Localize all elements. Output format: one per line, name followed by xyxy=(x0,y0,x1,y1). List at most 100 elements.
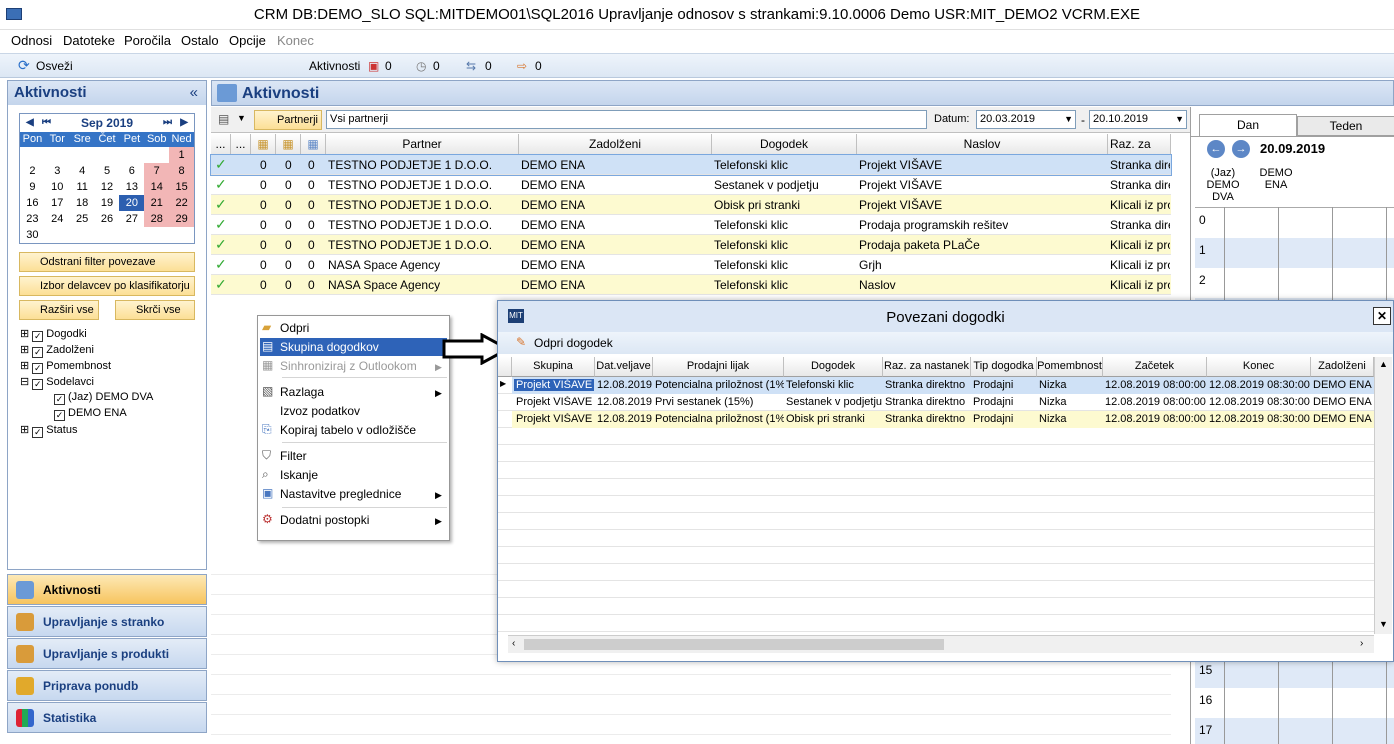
cal-day[interactable] xyxy=(95,147,120,163)
cal-day[interactable]: 27 xyxy=(119,211,144,227)
horizontal-scrollbar[interactable]: ‹ › xyxy=(508,635,1374,653)
remove-filter-button[interactable]: Odstrani filter povezave xyxy=(19,252,195,272)
menu-item-dodatni-postopki[interactable]: Dodatni postopki xyxy=(280,513,369,527)
menu-item-kopiraj[interactable]: Kopiraj tabelo v odložišče xyxy=(280,423,416,437)
nav-aktivnosti[interactable]: Aktivnosti xyxy=(7,574,207,605)
scroll-down-icon[interactable]: ▼ xyxy=(1379,619,1388,629)
expand-all-button[interactable]: Razširi vse xyxy=(19,300,99,320)
cal-day[interactable]: 26 xyxy=(95,211,120,227)
select-workers-button[interactable]: Izbor delavcev po klasifikatorju xyxy=(19,276,195,296)
menu-item-razlaga[interactable]: Razlaga xyxy=(280,385,324,399)
cal-day[interactable] xyxy=(144,227,169,243)
table-row[interactable]: Projekt VIŠAVE 12.08.2019 Prvi sestanek (1… xyxy=(512,394,1374,411)
nav-statistika[interactable]: Statistika xyxy=(7,702,207,733)
next-year-icon[interactable]: ⏭ xyxy=(163,114,172,132)
nav-priprava-ponudb[interactable]: Priprava ponudb xyxy=(7,670,207,701)
cal-day[interactable]: 18 xyxy=(70,195,95,211)
date-from-field[interactable]: 20.03.2019 ▼ xyxy=(976,110,1076,129)
cal-day[interactable]: 21 xyxy=(144,195,170,211)
col-header-razlog[interactable]: Raz. za nasta xyxy=(1108,134,1171,155)
cal-day[interactable]: 15 xyxy=(169,179,195,195)
date-to-field[interactable]: 20.10.2019 ▼ xyxy=(1089,110,1187,129)
menu-item-filter[interactable]: Filter xyxy=(280,449,307,463)
table-row[interactable]: ✓ 0 0 0 TESTNO PODJETJE 1 D.O.O. DEMO ENA Tele… xyxy=(211,235,1171,255)
cal-day[interactable]: 3 xyxy=(45,163,70,179)
vertical-scrollbar[interactable]: ▲ ▼ xyxy=(1374,357,1392,634)
cal-day[interactable]: 30 xyxy=(20,227,45,243)
tab-week[interactable]: Teden xyxy=(1297,116,1394,136)
table-row[interactable]: ✓ 0 0 0 NASA Space Agency DEMO ENA Telefonski … xyxy=(211,255,1171,275)
col-header[interactable]: Tip dogodka xyxy=(971,357,1037,377)
col-header[interactable]: Konec xyxy=(1207,357,1311,377)
cal-day[interactable] xyxy=(70,147,95,163)
tree-item-status[interactable]: ⊞ ✓ Status xyxy=(20,423,77,438)
menu-datoteke[interactable]: Datoteke xyxy=(63,33,115,48)
cal-day[interactable]: 17 xyxy=(45,195,70,211)
open-event-button[interactable]: Odpri dogodek xyxy=(534,336,613,350)
menu-ostalo[interactable]: Ostalo xyxy=(181,33,219,48)
prev-month-icon[interactable]: ◀ xyxy=(26,114,34,132)
partners-button[interactable]: Partnerji xyxy=(254,110,322,130)
col-header[interactable]: ... xyxy=(211,134,231,155)
nav-upravljanje-produkti[interactable]: Upravljanje s produkti xyxy=(7,638,207,669)
clock-icon[interactable]: ◷ xyxy=(416,59,426,73)
col-header-zadolzeni[interactable]: Zadolženi xyxy=(519,134,712,155)
table-row[interactable]: ✓ 0 0 0 TESTNO PODJETJE 1 D.O.O. DEMO ENA Obis… xyxy=(211,195,1171,215)
col-header[interactable]: Pomembnost xyxy=(1037,357,1103,377)
cal-day[interactable]: 1 xyxy=(169,147,195,163)
prev-day-icon[interactable]: ← xyxy=(1207,140,1225,158)
menu-item-sinhroniziraj[interactable]: Sinhroniziraj z Outlookom xyxy=(280,359,417,373)
dropdown-icon[interactable]: ▼ xyxy=(237,113,246,123)
cal-day[interactable]: 6 xyxy=(119,163,144,179)
cal-day[interactable]: 24 xyxy=(45,211,70,227)
transfer-icon[interactable]: ⇆ xyxy=(466,59,476,73)
col-header[interactable]: Zadolženi xyxy=(1311,357,1374,377)
dropdown-icon[interactable]: ▼ xyxy=(1175,111,1184,128)
tree-item-zadolzeni[interactable]: ⊞ ✓ Zadolženi xyxy=(20,343,94,358)
cal-day[interactable]: 19 xyxy=(95,195,120,211)
cal-day[interactable] xyxy=(95,227,120,243)
next-month-icon[interactable]: ▶ xyxy=(180,114,188,132)
cal-day[interactable]: 4 xyxy=(70,163,95,179)
calendar-icon[interactable]: ▦ xyxy=(301,134,326,155)
cal-day[interactable]: 2 xyxy=(20,163,45,179)
cal-day[interactable]: 14 xyxy=(144,179,170,195)
col-header[interactable]: Raz. za nastanek xyxy=(883,357,971,377)
col-header[interactable]: Skupina xyxy=(512,357,595,377)
collapse-icon[interactable]: « xyxy=(190,84,198,101)
calendar-month[interactable]: Sep 2019 xyxy=(81,116,133,130)
forward-icon[interactable]: ⇨ xyxy=(517,59,527,73)
table-row[interactable]: Projekt VIŠAVE 12.08.2019 Potencialna pril… xyxy=(512,377,1374,394)
menu-konec[interactable]: Konec xyxy=(277,33,314,48)
cal-day[interactable] xyxy=(144,147,169,163)
menu-porocila[interactable]: Poročila xyxy=(124,33,171,48)
col-header-naslov[interactable]: Naslov xyxy=(857,134,1108,155)
cal-day[interactable] xyxy=(169,227,194,243)
table-row[interactable]: ✓ 0 0 0 TESTNO PODJETJE 1 D.O.O. DEMO ENA Tele… xyxy=(211,215,1171,235)
col-header-dogodek[interactable]: Dogodek xyxy=(712,134,857,155)
col-header[interactable]: Začetek xyxy=(1103,357,1207,377)
tree-item-sodelavci[interactable]: ⊟ ✓ Sodelavci xyxy=(20,375,94,390)
menu-odnosi[interactable]: Odnosi xyxy=(11,33,52,48)
cal-day[interactable] xyxy=(119,227,144,243)
cal-day-selected[interactable]: 20 xyxy=(119,195,145,211)
menu-item-izvoz[interactable]: Izvoz podatkov xyxy=(280,404,360,418)
dropdown-icon[interactable]: ▼ xyxy=(1064,111,1073,128)
cal-day[interactable]: 25 xyxy=(70,211,95,227)
cal-day[interactable]: 8 xyxy=(169,163,195,179)
table-row[interactable]: ✓ 0 0 0 TESTNO PODJETJE 1 D.O.O. DEMO ENA Sest… xyxy=(211,175,1171,195)
menu-item-odpri[interactable]: Odpri xyxy=(280,321,309,335)
cal-day[interactable] xyxy=(119,147,144,163)
cal-day[interactable]: 23 xyxy=(20,211,45,227)
cal-day[interactable]: 28 xyxy=(144,211,170,227)
cal-day[interactable]: 9 xyxy=(20,179,45,195)
menu-opcije[interactable]: Opcije xyxy=(229,33,266,48)
cal-day[interactable]: 22 xyxy=(169,195,195,211)
collapse-all-button[interactable]: Skrči vse xyxy=(115,300,195,320)
prev-year-icon[interactable]: ⏮ xyxy=(42,114,51,132)
cal-day[interactable] xyxy=(45,227,70,243)
menu-item-nastavitve[interactable]: Nastavitve preglednice xyxy=(280,487,401,501)
refresh-button[interactable]: Osveži xyxy=(36,59,73,73)
nav-upravljanje-stranko[interactable]: Upravljanje s stranko xyxy=(7,606,207,637)
table-row[interactable]: Projekt VIŠAVE 12.08.2019 Potencialna pril… xyxy=(512,411,1374,428)
